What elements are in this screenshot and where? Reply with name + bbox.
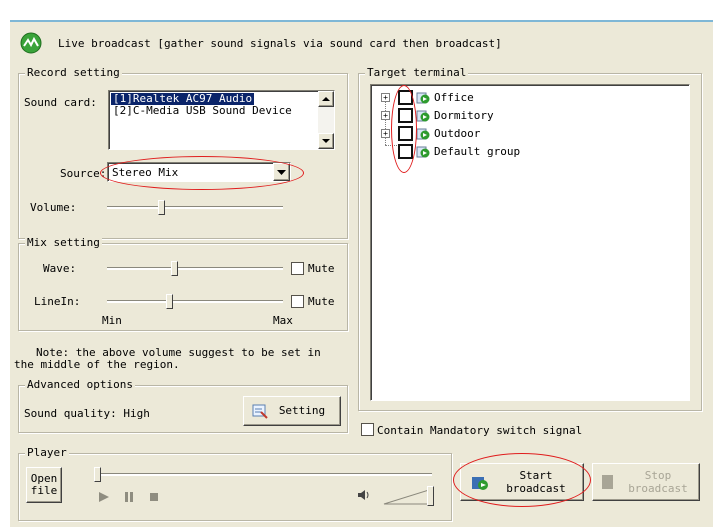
max-label: Max: [273, 314, 293, 327]
wave-mute-label: Mute: [308, 262, 335, 275]
source-dropdown-button[interactable]: [273, 163, 290, 181]
contain-mandatory-label: Contain Mandatory switch signal: [377, 424, 583, 437]
linein-mute-label: Mute: [308, 295, 335, 308]
start-broadcast-button[interactable]: Start broadcast: [460, 463, 584, 501]
slider-thumb[interactable]: [158, 200, 165, 215]
slider-thumb[interactable]: [94, 467, 101, 482]
tree-item-dormitory[interactable]: Dormitory: [434, 109, 494, 122]
sound-quality-label: Sound quality: High: [24, 407, 150, 420]
record-volume-slider[interactable]: [107, 200, 283, 215]
linein-slider[interactable]: [107, 294, 283, 309]
scroll-up-button[interactable]: [318, 91, 334, 107]
start-broadcast-label: Start broadcast: [506, 469, 566, 495]
sound-card-list[interactable]: [1]Realtek AC97 Audio [2]C-Media USB Sou…: [108, 90, 335, 150]
default-group-checkbox[interactable]: [398, 144, 413, 159]
dialog-title: Live broadcast [gather sound signals via…: [58, 37, 502, 50]
setting-button-label: Setting: [278, 404, 326, 417]
broadcast-icon: [472, 477, 488, 490]
advanced-options-label: Advanced options: [25, 378, 135, 391]
contain-mandatory-checkbox[interactable]: [361, 423, 374, 436]
chevron-down-icon: [277, 170, 286, 175]
linein-mute-checkbox[interactable]: [291, 295, 304, 308]
outdoor-checkbox[interactable]: [398, 126, 413, 141]
list-scrollbar[interactable]: [318, 91, 334, 149]
office-group-icon: [416, 92, 430, 104]
linein-label: LineIn:: [34, 295, 81, 308]
tree-item-default-group[interactable]: Default group: [434, 145, 520, 158]
app-logo-icon: [20, 32, 42, 54]
player-label: Player: [25, 446, 69, 459]
slider-thumb[interactable]: [427, 486, 434, 506]
sound-card-label: Sound card:: [24, 96, 97, 109]
down-arrow-icon: [322, 139, 330, 143]
scroll-down-button[interactable]: [318, 133, 334, 149]
wave-slider[interactable]: [107, 261, 283, 276]
office-checkbox[interactable]: [398, 90, 413, 105]
stop-broadcast-button[interactable]: Stop broadcast: [592, 463, 700, 501]
wave-mute-checkbox[interactable]: [291, 262, 304, 275]
source-label: Source:: [60, 167, 107, 180]
wave-label: Wave:: [43, 262, 77, 275]
tree-item-outdoor[interactable]: Outdoor: [434, 127, 480, 140]
setting-button[interactable]: Setting: [243, 396, 341, 426]
stop-broadcast-label: Stop broadcast: [628, 469, 688, 495]
mix-setting-label: Mix setting: [25, 236, 102, 249]
outdoor-group-icon: [416, 128, 430, 140]
dormitory-group-icon: [416, 110, 430, 122]
setting-icon: [252, 404, 268, 419]
open-file-button[interactable]: Open file: [26, 467, 62, 503]
expand-office-icon[interactable]: +: [381, 93, 390, 102]
sound-card-item-2[interactable]: [2]C-Media USB Sound Device: [111, 105, 294, 117]
pause-icon[interactable]: [123, 491, 135, 503]
up-arrow-icon: [322, 97, 330, 101]
stop-broadcast-icon: [602, 475, 613, 489]
seek-slider[interactable]: [94, 467, 432, 482]
source-value: Stereo Mix: [112, 166, 179, 179]
slider-thumb[interactable]: [166, 294, 173, 309]
mix-setting-group: Mix setting: [18, 236, 348, 331]
speaker-icon: [358, 490, 369, 500]
target-terminal-label: Target terminal: [365, 66, 469, 79]
record-setting-label: Record setting: [25, 66, 122, 79]
volume-note: Note: the above volume suggest to be set…: [14, 346, 321, 371]
open-file-label: Open file: [30, 472, 58, 497]
min-label: Min: [102, 314, 122, 327]
expand-dormitory-icon[interactable]: +: [381, 111, 390, 120]
target-terminal-tree[interactable]: + + + Office Dormitory Outdoor Default g…: [370, 84, 690, 401]
player-volume-slider[interactable]: [382, 484, 438, 506]
live-broadcast-dialog: Live broadcast [gather sound signals via…: [10, 20, 713, 527]
source-select[interactable]: Stereo Mix: [107, 162, 291, 182]
dormitory-checkbox[interactable]: [398, 108, 413, 123]
play-icon[interactable]: [97, 491, 111, 503]
default-group-icon: [416, 146, 430, 158]
slider-thumb[interactable]: [171, 261, 178, 276]
volume-label: Volume:: [30, 201, 77, 214]
expand-outdoor-icon[interactable]: +: [381, 129, 390, 138]
stop-icon[interactable]: [148, 491, 160, 503]
tree-item-office[interactable]: Office: [434, 91, 474, 104]
